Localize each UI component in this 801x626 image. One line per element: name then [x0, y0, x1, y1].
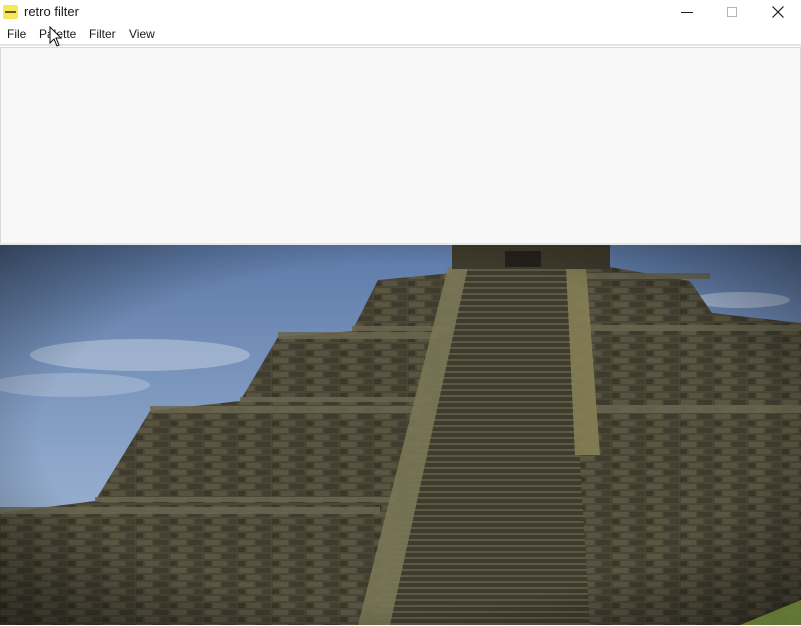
menu-separator	[0, 44, 801, 46]
menu-view[interactable]: View	[129, 27, 155, 42]
maximize-button[interactable]	[709, 0, 755, 24]
maximize-icon	[727, 7, 737, 17]
menu-file[interactable]: File	[7, 27, 26, 42]
menu-filter[interactable]: Filter	[89, 27, 116, 42]
minimize-button[interactable]	[664, 0, 710, 24]
window-title: retro filter	[24, 4, 79, 19]
close-button[interactable]	[755, 0, 801, 24]
close-icon	[772, 6, 784, 18]
title-bar: retro filter	[0, 0, 801, 24]
image-canvas[interactable]	[0, 245, 801, 625]
pyramid-image	[0, 245, 801, 625]
controls-panel	[0, 47, 801, 245]
app-icon	[3, 5, 18, 19]
mouse-cursor-icon	[49, 26, 63, 47]
menu-bar: File Palette Filter View	[0, 24, 801, 44]
minimize-icon	[681, 12, 693, 13]
